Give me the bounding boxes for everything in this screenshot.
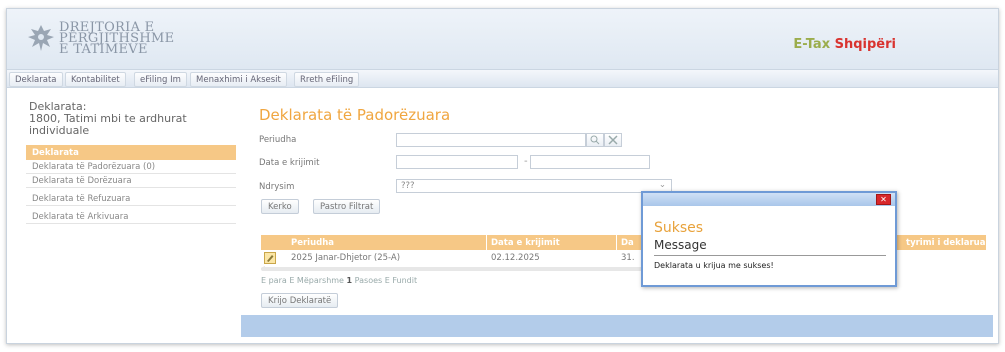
column-da: Da (621, 238, 634, 248)
sidebar: Deklarata: 1800, Tatimi mbi te ardhurat … (26, 101, 236, 227)
horizontal-scrollbar[interactable] (261, 267, 651, 271)
tab-efiling-im[interactable]: eFiling Im (134, 72, 187, 87)
create-declaration-button[interactable]: Krijo Deklaratë (261, 293, 339, 308)
sidebar-section-deklarata[interactable]: Deklarata (26, 145, 236, 160)
pager-first[interactable]: E para (261, 276, 287, 285)
period-input[interactable] (396, 133, 586, 147)
cell-da: 31. (621, 253, 635, 263)
pager-next[interactable]: Pasoes (355, 276, 383, 285)
date-range-dash: - (524, 156, 528, 167)
sidebar-item-padorezuara[interactable]: Deklarata të Padorëzuara (0) (26, 160, 236, 174)
clear-period-button[interactable] (604, 133, 622, 147)
column-data-krijimit: Data e krijimit (491, 238, 560, 248)
sidebar-item-dorezuara[interactable]: Deklarata të Dorëzuara (26, 174, 236, 188)
search-icon (590, 135, 600, 145)
created-from-input[interactable] (396, 155, 518, 169)
cell-periudha: 2025 Janar-Dhjetor (25-A) (291, 253, 401, 263)
created-to-input[interactable] (530, 155, 650, 169)
label-periudha: Periudha (259, 135, 297, 145)
brand-part-shqiperi: Shqipëri (834, 37, 896, 52)
pager-prev[interactable]: E Mëparshme (289, 276, 344, 285)
header: DREJTORIA E PËRGJITHSHME E TATIMEVE E-Ta… (7, 9, 998, 69)
label-ndrysim: Ndrysim (259, 182, 295, 192)
logo-text: DREJTORIA E PËRGJITHSHME E TATIMEVE (59, 21, 174, 56)
chevron-down-icon: ⌄ (658, 180, 666, 190)
lookup-button[interactable] (586, 133, 604, 147)
dialog-subtitle: Message (654, 238, 707, 252)
column-separator (616, 235, 617, 250)
main-nav: Deklarata Kontabilitet eFiling Im Menaxh… (7, 69, 998, 88)
dialog-title: Sukses (654, 220, 704, 236)
column-detyrimi: tyrimi i deklaruar (906, 238, 990, 248)
sort-select-value: ??? (401, 181, 415, 191)
label-data-krijimit: Data e krijimit (259, 158, 320, 168)
sort-select[interactable]: ??? ⌄ (396, 179, 672, 193)
brand-title: E-Tax Shqipëri (793, 37, 896, 52)
sidebar-item-arkivuara[interactable]: Deklarata të Arkivuara (26, 210, 236, 224)
edit-icon[interactable] (264, 252, 276, 264)
clear-icon (608, 135, 618, 145)
app-window: DREJTORIA E PËRGJITHSHME E TATIMEVE E-Ta… (6, 8, 999, 344)
sidebar-item-refuzuara[interactable]: Deklarata të Refuzuara (26, 192, 236, 206)
footer-bar (241, 315, 993, 337)
column-periudha: Periudha (291, 238, 335, 248)
column-separator (486, 235, 487, 250)
dialog-titlebar: ✕ (643, 193, 895, 206)
tab-kontabilitet[interactable]: Kontabilitet (65, 72, 126, 87)
brand-part-etax: E-Tax (793, 37, 835, 52)
dialog-divider (654, 255, 886, 256)
search-button[interactable]: Kerko (261, 199, 299, 214)
pager: E para E Mëparshme 1 Pasoes E Fundit (261, 276, 417, 285)
tab-menaxhimi-aksesit[interactable]: Menaxhimi i Aksesit (190, 72, 287, 87)
sidebar-menu: Deklarata Deklarata të Padorëzuara (0) D… (26, 145, 236, 224)
cell-data-krijimit: 02.12.2025 (491, 253, 540, 263)
sidebar-title-line-3: individuale (29, 124, 90, 137)
tab-rreth-efiling[interactable]: Rreth eFiling (294, 72, 360, 87)
success-dialog: ✕ Sukses Message Deklarata u krijua me s… (641, 191, 897, 287)
dialog-message: Deklarata u krijua me sukses! (654, 261, 774, 270)
pager-current: 1 (346, 276, 353, 285)
clear-filters-button[interactable]: Pastro Filtrat (313, 199, 381, 214)
sidebar-title: Deklarata: 1800, Tatimi mbi te ardhurat … (26, 101, 236, 137)
pager-last[interactable]: E Fundit (385, 276, 417, 285)
page-title: Deklarata të Padorëzuara (259, 106, 451, 124)
close-icon[interactable]: ✕ (876, 194, 891, 205)
tab-deklarata[interactable]: Deklarata (9, 72, 63, 87)
eagle-emblem-icon (28, 25, 54, 51)
